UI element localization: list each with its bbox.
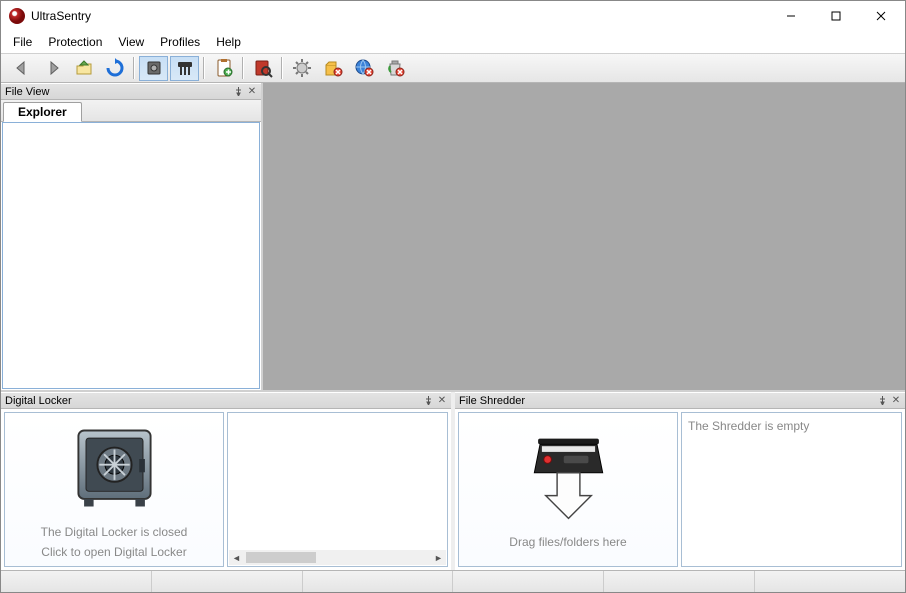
pin-icon[interactable] xyxy=(231,85,245,99)
status-segment xyxy=(303,571,454,592)
toolbar xyxy=(1,53,905,83)
titlebar: UltraSentry xyxy=(1,1,905,31)
window-title: UltraSentry xyxy=(31,9,768,23)
digital-locker-title: Digital Locker xyxy=(5,395,421,407)
digital-locker-contents[interactable]: ◄ ► xyxy=(227,412,448,567)
shredder-view-button[interactable] xyxy=(170,56,199,81)
menu-file[interactable]: File xyxy=(5,33,40,51)
toolbar-separator xyxy=(281,57,283,79)
tasks-button[interactable] xyxy=(209,56,238,81)
scroll-thumb[interactable] xyxy=(246,552,316,563)
status-segment xyxy=(755,571,905,592)
clean-registry-button[interactable] xyxy=(318,56,347,81)
locker-status-line2: Click to open Digital Locker xyxy=(41,545,186,559)
toolbar-separator xyxy=(242,57,244,79)
scan-button[interactable] xyxy=(248,56,277,81)
scroll-right-icon[interactable]: ► xyxy=(431,550,446,565)
fileview-panel: File View ✕ Explorer xyxy=(1,83,263,390)
toolbar-separator xyxy=(133,57,135,79)
shredder-contents[interactable]: The Shredder is empty xyxy=(681,412,902,567)
clean-browser-button[interactable] xyxy=(349,56,378,81)
file-shredder-header: File Shredder ✕ xyxy=(455,392,905,409)
shredder-drop-hint: Drag files/folders here xyxy=(509,535,626,549)
minimize-button[interactable] xyxy=(768,2,813,31)
mdi-area xyxy=(263,83,905,390)
pin-icon[interactable] xyxy=(421,394,435,408)
close-icon[interactable]: ✕ xyxy=(889,394,903,408)
fileview-title: File View xyxy=(5,86,231,98)
fileview-header: File View ✕ xyxy=(1,83,261,100)
menubar: File Protection View Profiles Help xyxy=(1,31,905,53)
digital-locker-status[interactable]: The Digital Locker is closed Click to op… xyxy=(4,412,224,567)
forward-button[interactable] xyxy=(38,56,67,81)
tab-explorer[interactable]: Explorer xyxy=(3,102,82,122)
close-button[interactable] xyxy=(858,2,903,31)
scroll-left-icon[interactable]: ◄ xyxy=(229,550,244,565)
menu-view[interactable]: View xyxy=(110,33,152,51)
status-segment xyxy=(453,571,604,592)
status-segment xyxy=(152,571,303,592)
locker-status-line1: The Digital Locker is closed xyxy=(41,525,188,539)
refresh-button[interactable] xyxy=(100,56,129,81)
file-shredder-title: File Shredder xyxy=(459,395,875,407)
fileview-tabstrip: Explorer xyxy=(1,100,261,122)
menu-protection[interactable]: Protection xyxy=(40,33,110,51)
app-icon xyxy=(9,8,25,24)
safe-icon xyxy=(67,421,162,519)
status-segment xyxy=(1,571,152,592)
menu-profiles[interactable]: Profiles xyxy=(152,33,208,51)
digital-locker-header: Digital Locker ✕ xyxy=(1,392,451,409)
back-button[interactable] xyxy=(7,56,36,81)
menu-help[interactable]: Help xyxy=(208,33,249,51)
scrollbar-horizontal[interactable]: ◄ ► xyxy=(229,550,446,565)
locker-view-button[interactable] xyxy=(139,56,168,81)
maximize-button[interactable] xyxy=(813,2,858,31)
shredder-icon xyxy=(521,431,616,529)
clean-recycle-button[interactable] xyxy=(380,56,409,81)
explorer-tree[interactable] xyxy=(2,122,260,389)
close-icon[interactable]: ✕ xyxy=(435,394,449,408)
pin-icon[interactable] xyxy=(875,394,889,408)
up-button[interactable] xyxy=(69,56,98,81)
digital-locker-panel: Digital Locker ✕ xyxy=(1,392,451,570)
file-shredder-panel: File Shredder ✕ xyxy=(455,392,905,570)
status-segment xyxy=(604,571,755,592)
shredder-empty-message: The Shredder is empty xyxy=(688,419,895,433)
statusbar xyxy=(1,570,905,592)
toolbar-separator xyxy=(203,57,205,79)
settings-button[interactable] xyxy=(287,56,316,81)
close-icon[interactable]: ✕ xyxy=(245,85,259,99)
shredder-drop-zone[interactable]: Drag files/folders here xyxy=(458,412,678,567)
